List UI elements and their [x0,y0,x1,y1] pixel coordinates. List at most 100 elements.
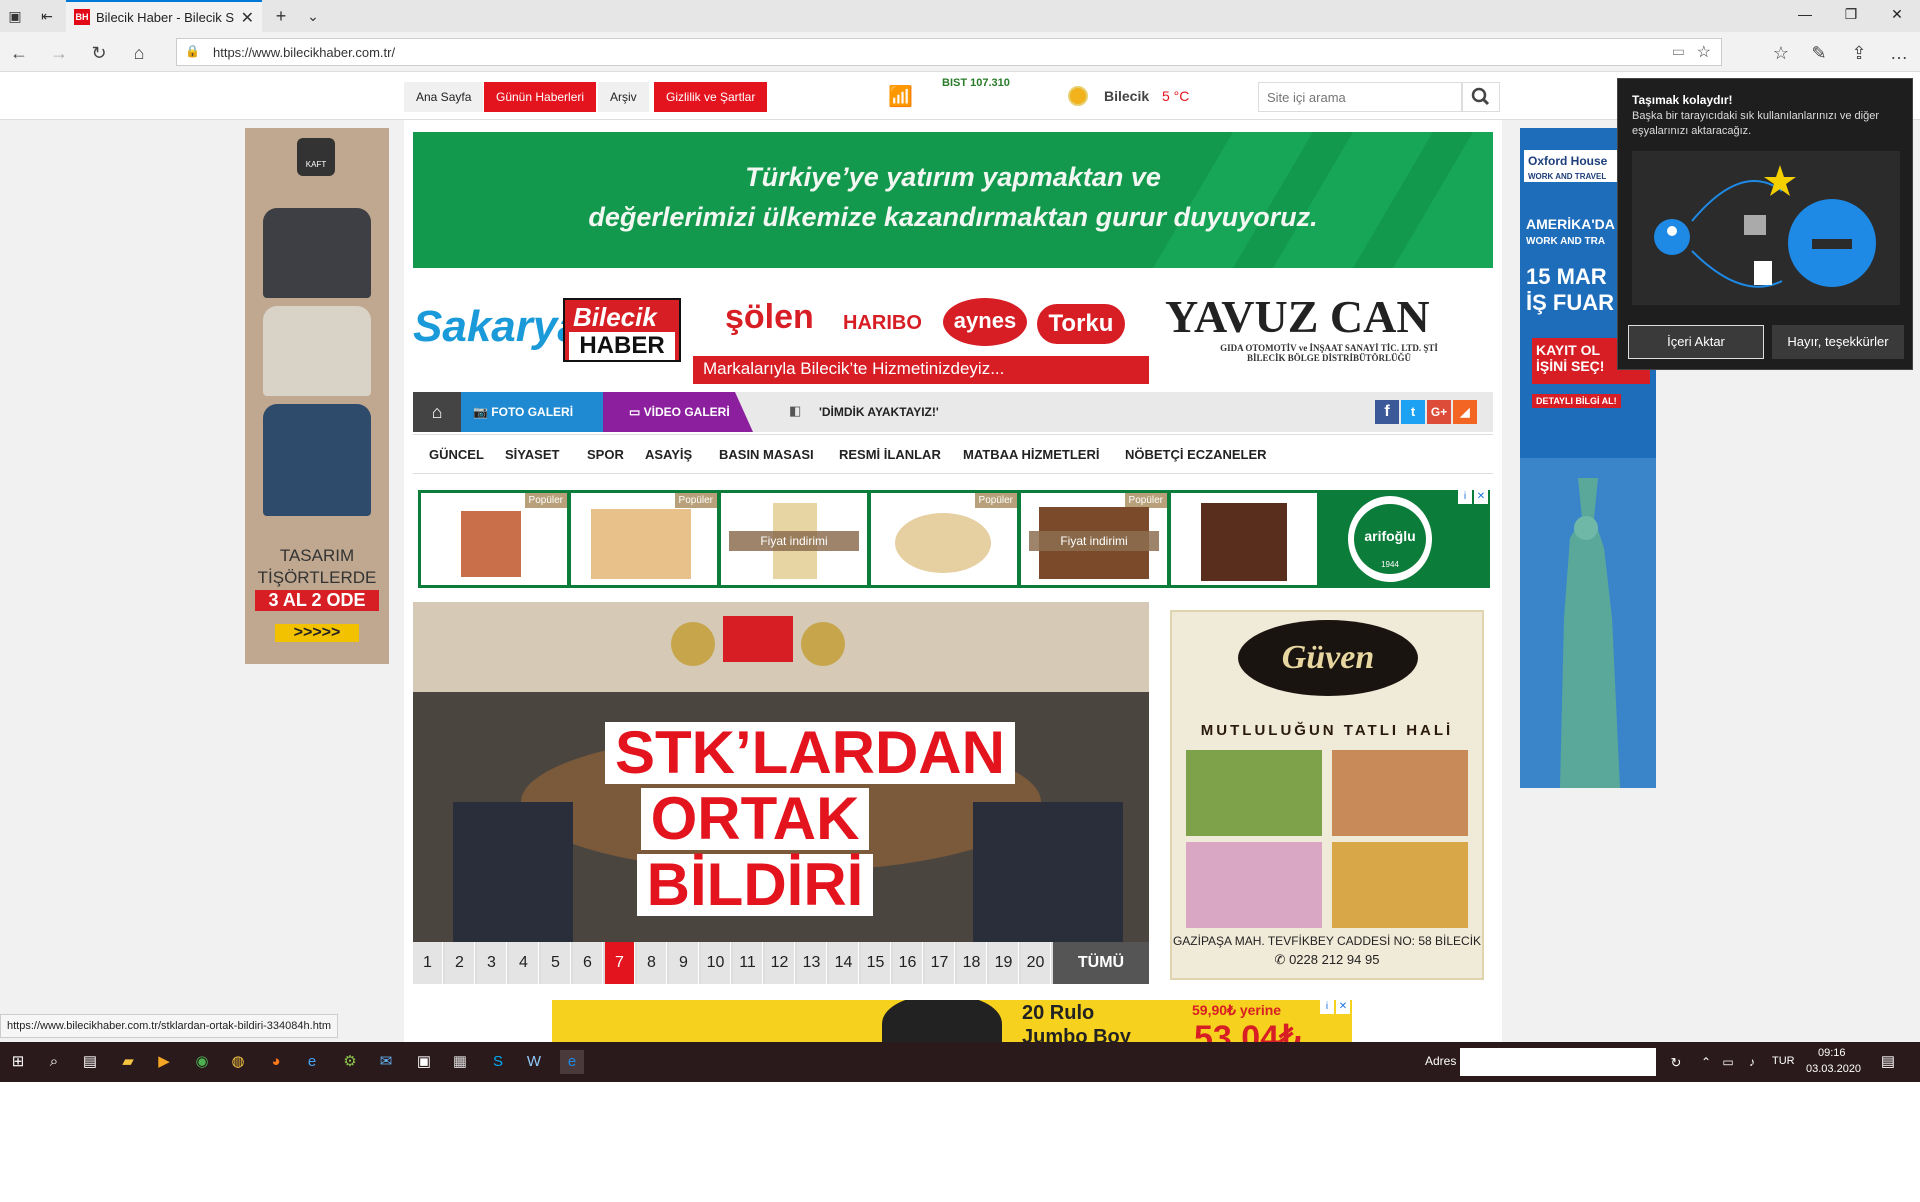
slider-page-button[interactable]: 4 [509,942,539,984]
import-button[interactable]: İçeri Aktar [1628,325,1764,359]
top-banner-ad[interactable]: Türkiye’ye yatırım yapmaktan ve değerler… [413,132,1493,268]
lock-icon[interactable]: 🔒 [185,44,200,58]
new-tab-icon[interactable]: + [272,7,290,25]
photo-gallery-tab[interactable]: 📷 FOTO GALERİ [461,392,611,432]
jumbo-roll-ad[interactable]: 20 Rulo Jumbo Boy 59,90₺ yerine 53,04₺ i… [552,1000,1352,1042]
guven-sweets-ad[interactable]: Güven MUTLULUĞUN TATLI HALİ GAZİPAŞA MAH… [1170,610,1484,980]
site-search-input[interactable] [1258,82,1462,112]
site-logo-box[interactable]: Bilecik HABER [563,298,681,362]
slider-page-button[interactable]: 20 [1021,942,1051,984]
google-plus-icon[interactable]: G+ [1427,400,1451,424]
slider-page-button[interactable]: 6 [573,942,603,984]
arifoglu-logo[interactable]: arifoğlu 1944 [1348,496,1432,582]
market-chart-icon[interactable]: 📶 [888,84,913,109]
share-icon[interactable]: ⇪ [1848,42,1870,64]
slider-page-button[interactable]: 13 [797,942,827,984]
product-card[interactable] [1171,493,1317,585]
firefox-icon[interactable]: ◕ [264,1050,288,1074]
calculator-icon[interactable]: ▦ [448,1050,472,1074]
chat-app-icon[interactable]: ◍ [226,1050,250,1074]
slider-page-button[interactable]: 8 [637,942,667,984]
tab-list-chevron-icon[interactable]: ⌄ [304,7,322,25]
set-aside-tabs-icon[interactable]: ⇤ [38,7,56,25]
slider-page-button[interactable]: 19 [989,942,1019,984]
action-center-icon[interactable]: ▤ [1876,1050,1900,1074]
product-card[interactable]: Popüler [571,493,717,585]
cat-guncel[interactable]: GÜNCEL [429,447,484,462]
mail-icon[interactable]: ✉ [374,1050,398,1074]
search-icon[interactable]: ⌕ [42,1050,66,1074]
refresh-icon[interactable]: ↻ [88,42,110,64]
nav-archive[interactable]: Arşiv [598,82,649,112]
slider-page-button[interactable]: 15 [861,942,891,984]
video-gallery-tab[interactable]: ▭ VİDEO GALERİ [603,392,753,432]
edge-icon[interactable]: e [560,1050,584,1074]
chrome-icon[interactable]: ◉ [190,1050,214,1074]
slider-page-button[interactable]: 7 [605,942,635,984]
language-indicator[interactable]: TUR [1772,1055,1795,1067]
file-explorer-icon[interactable]: ▰ [116,1050,140,1074]
media-player-icon[interactable]: ▶ [152,1050,176,1074]
tab-active[interactable]: BH Bilecik Haber - Bilecik Sa ✕ [66,0,262,32]
adchoices-icon[interactable]: i [1458,490,1472,504]
restore-icon[interactable]: ❐ [1836,6,1866,23]
ad-close-icon[interactable]: ✕ [1474,490,1488,504]
slider-page-button[interactable]: 17 [925,942,955,984]
slider-page-button[interactable]: 1 [413,942,443,984]
minimize-icon[interactable]: — [1790,6,1820,22]
search-button[interactable] [1462,82,1500,112]
word-icon[interactable]: W [522,1050,546,1074]
slider-page-button[interactable]: 14 [829,942,859,984]
clock-date[interactable]: 03.03.2020 [1806,1063,1861,1075]
nav-todays-news[interactable]: Günün Haberleri [484,82,597,112]
more-menu-icon[interactable]: … [1888,42,1910,64]
distributor-ad[interactable]: şölen HARIBO aynes Torku Markalarıyla Bi… [693,284,1149,384]
nav-privacy[interactable]: Gizlilik ve Şartlar [654,82,768,112]
yavuz-can-ad[interactable]: YAVUZ CAN GIDA OTOMOTİV ve İNŞAAT SANAYİ… [1165,290,1493,384]
back-icon[interactable]: ← [8,42,30,64]
notes-pen-icon[interactable]: ✎ [1808,42,1830,64]
slider-page-button[interactable]: 11 [733,942,763,984]
cat-siyaset[interactable]: SİYASET [505,447,559,462]
cat-spor[interactable]: SPOR [587,447,624,462]
taskbar-address-input[interactable] [1460,1048,1656,1076]
cat-matbaa[interactable]: MATBAA HİZMETLERİ [963,447,1099,462]
slider-page-button[interactable]: 2 [445,942,475,984]
news-ticker[interactable]: 'DİMDİK AYAKTAYIZ!' [819,405,939,419]
url-field[interactable]: 🔒 https://www.bilecikhaber.com.tr/ ▭ ☆ [176,38,1722,66]
task-view-icon[interactable]: ▤ [78,1050,102,1074]
volume-icon[interactable]: ♪ [1740,1050,1764,1074]
close-window-icon[interactable]: ✕ [1882,6,1912,23]
facebook-icon[interactable]: f [1375,400,1399,424]
internet-explorer-icon[interactable]: e [300,1050,324,1074]
home-icon[interactable]: ⌂ [413,392,461,432]
site-logo-sakarya[interactable]: Sakarya [413,302,582,352]
product-card[interactable]: Fiyat indirimi [721,493,867,585]
cat-eczaneler[interactable]: NÖBETÇİ ECZANELER [1125,447,1267,462]
nav-home[interactable]: Ana Sayfa [404,82,484,112]
product-carousel-ad[interactable]: Popüler Popüler Fiyat indirimi Popüler P… [418,490,1490,588]
tab-close-icon[interactable]: ✕ [241,8,254,28]
cat-resmi-ilanlar[interactable]: RESMİ İLANLAR [839,447,941,462]
slider-page-button[interactable]: 16 [893,942,923,984]
reading-view-icon[interactable]: ▭ [1672,43,1685,60]
network-app-icon[interactable]: ⚙ [338,1050,362,1074]
ad-close-icon[interactable]: ✕ [1336,1000,1350,1014]
forward-icon[interactable]: → [48,42,70,64]
start-windows-icon[interactable]: ⊞ [6,1050,30,1074]
headline-slider[interactable]: STK’LARDAN ORTAK BİLDİRİ [413,602,1149,942]
left-tshirt-ad[interactable]: KAFT TASARIM TİŞÖRTLERDE 3 AL 2 ODE >>>>… [245,128,389,664]
home-icon[interactable]: ⌂ [128,42,150,64]
slider-page-button[interactable]: 12 [765,942,795,984]
slider-all-button[interactable]: TÜMÜ [1053,942,1149,984]
slider-page-button[interactable]: 3 [477,942,507,984]
slider-page-button[interactable]: 9 [669,942,699,984]
bist-ticker[interactable]: BIST 107.310 [942,77,1010,89]
slider-page-button[interactable]: 5 [541,942,571,984]
tab-actions-icon[interactable]: ▣ [6,7,24,25]
clock-time[interactable]: 09:16 [1818,1047,1846,1059]
refresh-icon[interactable]: ↻ [1664,1051,1688,1075]
favorites-hub-icon[interactable]: ☆ [1770,42,1792,64]
tray-chevron-icon[interactable]: ⌃ [1694,1050,1718,1074]
product-card[interactable]: Popüler [421,493,567,585]
